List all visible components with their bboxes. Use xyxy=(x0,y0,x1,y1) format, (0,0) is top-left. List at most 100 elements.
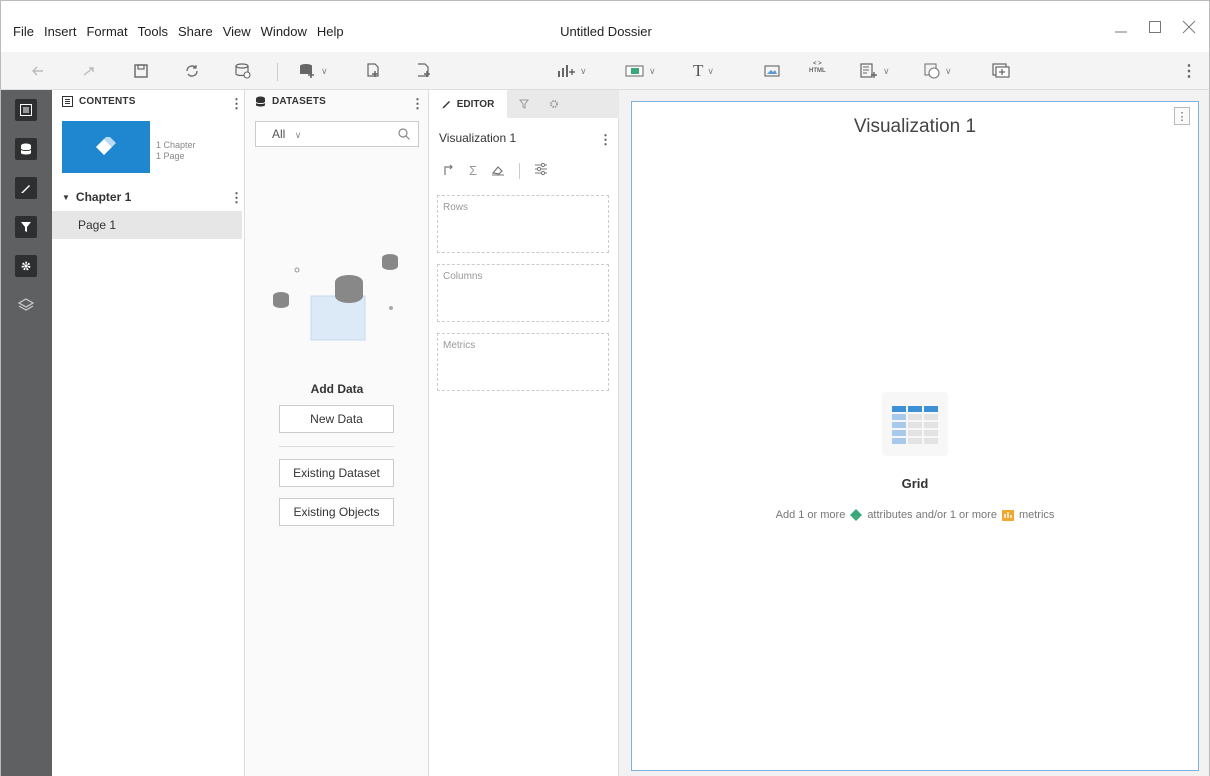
add-data-icon[interactable]: ∨ xyxy=(299,61,328,81)
contents-header: CONTENTS xyxy=(79,96,136,107)
dossier-logo-icon xyxy=(96,137,116,155)
insert-panel-stack-icon[interactable]: ∨ xyxy=(859,61,890,81)
dataset-filter-dropdown[interactable]: All ∨ xyxy=(255,121,419,147)
redo-icon[interactable] xyxy=(81,61,97,81)
chevron-down-icon: ∨ xyxy=(945,65,952,76)
chapter-menu-icon[interactable]: ⋮ xyxy=(230,190,243,206)
title-bar: File Insert Format Tools Share View Wind… xyxy=(0,0,1210,52)
visualization-title[interactable]: Visualization 1 xyxy=(632,116,1198,138)
visualization-name[interactable]: Visualization 1 xyxy=(439,131,516,145)
add-data-label: Add Data xyxy=(310,382,364,396)
existing-objects-button[interactable]: Existing Objects xyxy=(279,498,394,526)
insert-filter-icon[interactable]: ∨ xyxy=(625,61,656,81)
columns-drop-zone[interactable]: Columns xyxy=(437,264,609,322)
visualization-menu-button[interactable]: ⋮ xyxy=(1174,107,1190,125)
window-title: Untitled Dossier xyxy=(560,24,652,39)
sum-icon[interactable]: Σ xyxy=(469,163,477,178)
insert-text-icon[interactable]: T ∨ xyxy=(693,61,714,81)
chevron-down-icon: ∨ xyxy=(294,130,302,140)
filter-icon[interactable] xyxy=(15,216,37,238)
menu-format[interactable]: Format xyxy=(86,24,127,39)
search-icon[interactable] xyxy=(398,128,410,140)
new-page-icon[interactable] xyxy=(415,61,433,81)
editor-pencil-icon[interactable] xyxy=(15,177,37,199)
page-count: 1 Page xyxy=(156,151,185,161)
metrics-drop-zone[interactable]: Metrics xyxy=(437,333,609,391)
chapter-row[interactable]: ▼ Chapter 1 xyxy=(62,190,131,204)
eraser-icon[interactable] xyxy=(491,163,505,179)
more-options-icon[interactable]: ⋮ xyxy=(1181,61,1197,81)
grid-hint: Add 1 or more attributes and/or 1 or mor… xyxy=(632,508,1198,522)
editor-tabs: EDITOR xyxy=(429,90,619,118)
toolbar: ∨ ∨ ∨ T ∨ < > HTML ∨ ∨ ⋮ xyxy=(0,52,1210,90)
grid-icon xyxy=(882,392,948,456)
tab-format[interactable] xyxy=(539,90,569,118)
close-button[interactable] xyxy=(1181,17,1197,37)
dataset-filter-value: All xyxy=(272,127,286,141)
page-row[interactable]: Page 1 xyxy=(52,211,242,239)
datasets-icon xyxy=(255,96,266,107)
insert-shape-icon[interactable]: ∨ xyxy=(923,61,952,81)
new-data-button[interactable]: New Data xyxy=(279,405,394,433)
datasets-menu-icon[interactable]: ⋮ xyxy=(411,96,424,112)
existing-dataset-button[interactable]: Existing Dataset xyxy=(279,459,394,487)
datasets-panel: DATASETS ⋮ All ∨ Add Data New Data Exist… xyxy=(245,90,429,776)
caret-down-icon: ▼ xyxy=(62,192,70,202)
tab-editor[interactable]: EDITOR xyxy=(429,90,507,118)
contents-icon[interactable] xyxy=(15,99,37,121)
chapter-thumbnail[interactable] xyxy=(62,121,150,173)
visualization-menu-icon[interactable]: ⋮ xyxy=(599,132,612,148)
left-icon-rail xyxy=(0,90,52,776)
swap-axes-icon[interactable] xyxy=(443,163,455,179)
gear-icon xyxy=(550,100,558,108)
format-gear-icon[interactable] xyxy=(15,255,37,277)
datasets-icon[interactable] xyxy=(15,138,37,160)
editor-panel: EDITOR Visualization 1 ⋮ Σ Rows Columns … xyxy=(429,90,619,776)
pencil-icon xyxy=(442,101,450,109)
contents-icon xyxy=(62,96,73,107)
chevron-down-icon: ∨ xyxy=(321,65,328,76)
insert-html-icon[interactable]: < > HTML xyxy=(809,61,826,81)
menu-share[interactable]: Share xyxy=(178,24,213,39)
menu-insert[interactable]: Insert xyxy=(44,24,77,39)
divider xyxy=(519,162,521,179)
menu-tools[interactable]: Tools xyxy=(138,24,168,39)
contents-menu-icon[interactable]: ⋮ xyxy=(230,96,243,112)
columns-label: Columns xyxy=(443,271,483,282)
minimize-button[interactable] xyxy=(1113,17,1129,37)
undo-icon[interactable] xyxy=(31,61,47,81)
grid-label: Grid xyxy=(901,476,929,491)
data-options-icon[interactable] xyxy=(234,61,252,81)
insert-information-window-icon[interactable] xyxy=(991,61,1011,81)
divider xyxy=(279,446,394,447)
contents-panel: CONTENTS ⋮ 1 Chapter 1 Page ▼ Chapter 1 … xyxy=(52,90,245,776)
insert-image-icon[interactable] xyxy=(763,61,781,81)
layers-icon[interactable] xyxy=(17,297,35,314)
visualization-container[interactable]: Visualization 1 ⋮ Grid Add 1 or more att… xyxy=(631,101,1199,771)
menu-window[interactable]: Window xyxy=(261,24,307,39)
menu-bar: File Insert Format Tools Share View Wind… xyxy=(13,24,344,39)
options-sliders-icon[interactable] xyxy=(534,162,548,179)
chapter-label: Chapter 1 xyxy=(75,190,132,204)
editor-tab-label: EDITOR xyxy=(456,98,495,110)
hint-attributes: attributes and/or 1 or more xyxy=(867,509,997,521)
hint-metrics: metrics xyxy=(1018,509,1055,521)
menu-help[interactable]: Help xyxy=(317,24,344,39)
tab-filter[interactable] xyxy=(509,90,539,118)
duplicate-page-icon[interactable] xyxy=(365,61,383,81)
add-data-illustration-icon xyxy=(273,254,398,341)
filter-icon xyxy=(519,99,529,109)
chevron-down-icon: ∨ xyxy=(883,65,890,76)
maximize-button[interactable] xyxy=(1147,17,1163,37)
chevron-down-icon: ∨ xyxy=(580,65,587,76)
datasets-header: DATASETS xyxy=(272,96,327,107)
canvas: Visualization 1 ⋮ Grid Add 1 or more att… xyxy=(619,90,1210,776)
attribute-diamond-icon xyxy=(850,509,863,521)
save-icon[interactable] xyxy=(133,61,149,81)
menu-view[interactable]: View xyxy=(223,24,251,39)
menu-file[interactable]: File xyxy=(13,24,34,39)
rows-drop-zone[interactable]: Rows xyxy=(437,195,609,253)
metric-icon xyxy=(1001,510,1014,521)
insert-visualization-icon[interactable]: ∨ xyxy=(556,61,587,81)
refresh-icon[interactable] xyxy=(184,61,200,81)
